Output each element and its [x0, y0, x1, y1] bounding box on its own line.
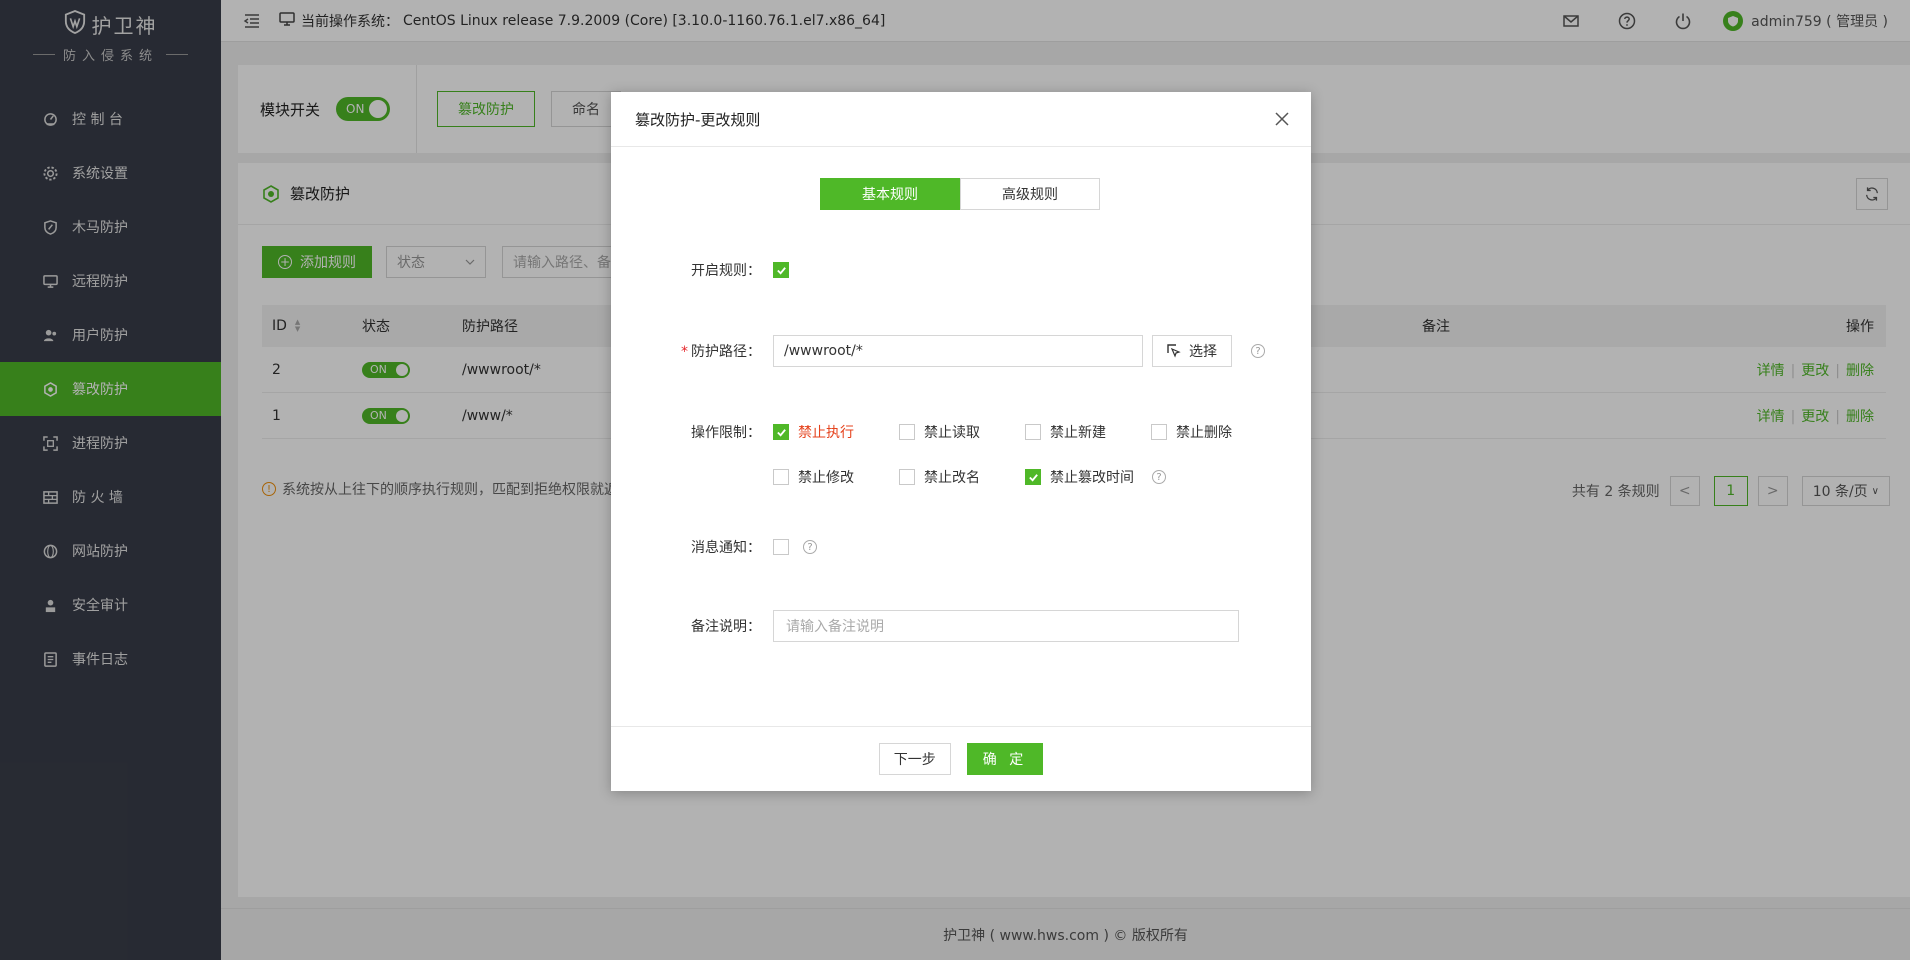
choose-button[interactable]: 选择: [1152, 335, 1232, 367]
path-label: 防护路径：: [691, 344, 761, 360]
dialog-footer: 下一步 确 定: [611, 726, 1311, 791]
path-row: * 防护路径： /wwwroot/* 选择 ?: [611, 335, 1265, 367]
enable-label: 开启规则：: [691, 263, 761, 279]
notify-checkbox[interactable]: [773, 539, 789, 555]
select-cursor-icon: [1167, 344, 1181, 358]
path-help-icon[interactable]: ?: [1251, 344, 1265, 358]
note-input[interactable]: 请输入备注说明: [773, 610, 1239, 642]
ops-help-icon[interactable]: ?: [1152, 470, 1166, 484]
tab-basic-rules[interactable]: 基本规则: [820, 178, 960, 210]
op-no-read[interactable]: 禁止读取: [899, 422, 1025, 442]
confirm-button[interactable]: 确 定: [966, 743, 1044, 775]
op-no-create[interactable]: 禁止新建: [1025, 422, 1151, 442]
next-step-button[interactable]: 下一步: [878, 743, 951, 775]
close-icon[interactable]: [1273, 110, 1291, 128]
ops-label: 操作限制：: [691, 425, 761, 441]
ops-row-2: 禁止修改 禁止改名 禁止篡改时间 ?: [611, 467, 1166, 487]
path-field[interactable]: /wwwroot/*: [773, 335, 1143, 367]
op-no-modify[interactable]: 禁止修改: [773, 467, 899, 487]
ops-row-1: 操作限制： 禁止执行 禁止读取 禁止新建 禁止删除: [611, 422, 1277, 442]
op-no-rename[interactable]: 禁止改名: [899, 467, 1025, 487]
notify-row: 消息通知： ?: [611, 537, 817, 557]
note-label: 备注说明：: [691, 619, 761, 635]
note-row: 备注说明： 请输入备注说明: [611, 610, 1239, 642]
enable-checkbox[interactable]: [773, 262, 789, 278]
rule-tabs: 基本规则 高级规则: [820, 178, 1100, 210]
choose-label: 选择: [1189, 344, 1217, 360]
enable-row: 开启规则：: [611, 260, 789, 280]
op-no-tamper-time[interactable]: 禁止篡改时间: [1025, 467, 1134, 487]
notify-help-icon[interactable]: ?: [803, 540, 817, 554]
edit-rule-dialog: 篡改防护-更改规则 基本规则 高级规则 开启规则： * 防护路径： /wwwroo…: [611, 92, 1311, 791]
tab-advanced-rules[interactable]: 高级规则: [960, 178, 1100, 210]
dialog-title: 篡改防护-更改规则: [635, 110, 761, 129]
op-no-delete[interactable]: 禁止删除: [1151, 422, 1277, 442]
op-no-exec[interactable]: 禁止执行: [773, 422, 899, 442]
notify-label: 消息通知：: [691, 540, 761, 556]
